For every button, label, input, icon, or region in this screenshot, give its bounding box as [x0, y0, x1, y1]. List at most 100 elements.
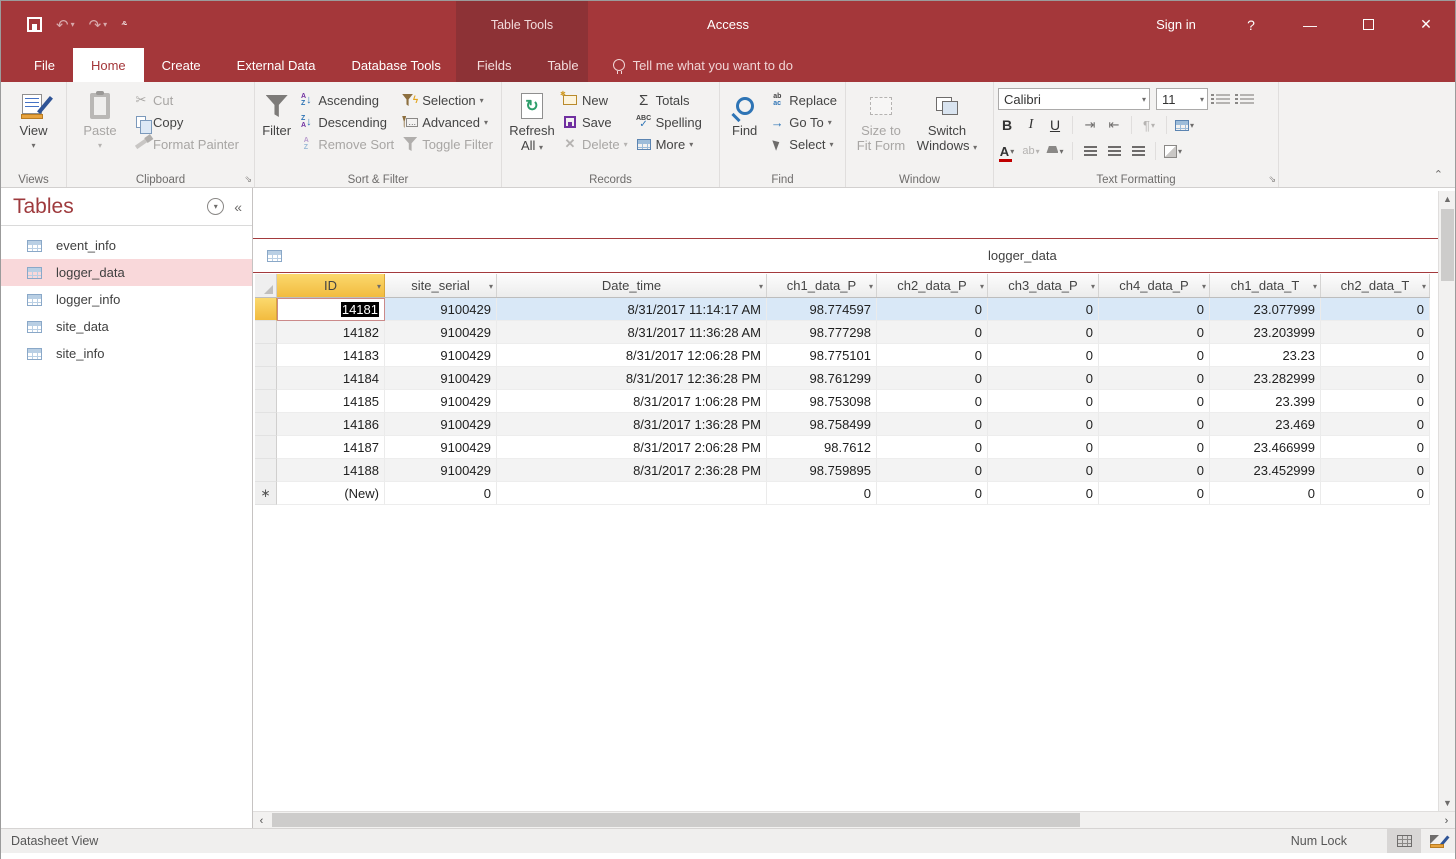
delete-record-button[interactable]: ✕Delete▾ [558, 133, 632, 155]
table-cell[interactable]: 8/31/2017 12:06:28 PM [497, 344, 767, 367]
table-cell[interactable]: 0 [988, 413, 1099, 436]
record-selector[interactable] [255, 436, 277, 459]
column-dropdown-icon[interactable]: ▾ [759, 282, 763, 291]
vertical-scrollbar[interactable]: ▲ ▼ [1438, 191, 1455, 811]
numbering-icon[interactable] [1238, 89, 1256, 109]
table-cell[interactable]: 0 [988, 298, 1099, 321]
horizontal-scroll-thumb[interactable] [272, 813, 1080, 827]
table-cell[interactable]: 14183 [277, 344, 385, 367]
table-cell[interactable]: 23.469 [1210, 413, 1321, 436]
minimize-button[interactable]: — [1281, 1, 1339, 48]
align-center-icon[interactable] [1105, 141, 1123, 161]
remove-sort-button[interactable]: AZRemove Sort [294, 133, 398, 155]
column-header-site_serial[interactable]: site_serial▾ [385, 274, 497, 297]
select-button[interactable]: Select▾ [765, 133, 841, 155]
record-selector[interactable] [255, 344, 277, 367]
highlight-color-button[interactable]: ab▾ [1022, 141, 1040, 161]
table-cell[interactable]: (New) [277, 482, 385, 505]
table-cell[interactable]: 0 [1210, 482, 1321, 505]
table-cell[interactable]: 23.203999 [1210, 321, 1321, 344]
save-icon[interactable] [27, 17, 42, 32]
table-cell[interactable]: 0 [988, 459, 1099, 482]
totals-button[interactable]: ΣTotals [632, 89, 706, 111]
replace-button[interactable]: abacReplace [765, 89, 841, 111]
table-cell[interactable]: 98.759895 [767, 459, 877, 482]
column-dropdown-icon[interactable]: ▾ [1202, 282, 1206, 291]
table-cell[interactable]: 0 [877, 482, 988, 505]
cut-button[interactable]: ✂Cut [129, 89, 243, 111]
redo-icon[interactable]: ↷▾ [89, 16, 108, 34]
record-selector[interactable] [255, 413, 277, 436]
table-cell[interactable]: 8/31/2017 2:36:28 PM [497, 459, 767, 482]
table-cell[interactable]: 23.23 [1210, 344, 1321, 367]
table-cell[interactable]: 0 [1099, 344, 1210, 367]
record-selector[interactable] [255, 390, 277, 413]
nav-menu-icon[interactable]: ▾ [207, 198, 224, 215]
new-record-selector[interactable]: ∗ [255, 482, 277, 505]
text-formatting-dialog-launcher[interactable]: ⇘ [1268, 174, 1276, 185]
help-button[interactable]: ? [1221, 1, 1281, 48]
table-cell[interactable]: 0 [877, 321, 988, 344]
paste-button[interactable]: Paste ▾ [71, 85, 129, 153]
table-cell[interactable]: 0 [877, 367, 988, 390]
tab-database-tools[interactable]: Database Tools [333, 48, 458, 82]
scroll-down-icon[interactable]: ▼ [1439, 795, 1456, 811]
table-cell[interactable] [497, 482, 767, 505]
column-dropdown-icon[interactable]: ▾ [489, 282, 493, 291]
tab-external-data[interactable]: External Data [219, 48, 334, 82]
view-button[interactable]: View ▾ [5, 85, 62, 153]
background-color-button[interactable]: ▾ [1046, 141, 1064, 161]
table-cell[interactable]: 9100429 [385, 298, 497, 321]
table-cell[interactable]: 0 [385, 482, 497, 505]
switch-windows-button[interactable]: Switch Windows ▾ [912, 85, 982, 155]
toggle-filter-button[interactable]: Toggle Filter [398, 133, 497, 155]
gridlines-button[interactable]: ▾ [1175, 115, 1194, 135]
spelling-button[interactable]: ABC✓Spelling [632, 111, 706, 133]
nav-shutter-icon[interactable]: « [234, 199, 242, 215]
table-cell[interactable]: 23.452999 [1210, 459, 1321, 482]
tab-fields[interactable]: Fields [459, 48, 530, 82]
scroll-up-icon[interactable]: ▲ [1439, 191, 1456, 207]
table-cell[interactable]: 9100429 [385, 321, 497, 344]
copy-button[interactable]: Copy [129, 111, 243, 133]
column-header-ID[interactable]: ID▾ [277, 274, 385, 297]
table-cell[interactable]: 0 [988, 482, 1099, 505]
table-cell[interactable]: 9100429 [385, 344, 497, 367]
font-size-combo[interactable]: 11▾ [1156, 88, 1208, 110]
table-cell[interactable]: 8/31/2017 1:36:28 PM [497, 413, 767, 436]
column-header-Date_time[interactable]: Date_time▾ [497, 274, 767, 297]
column-header-ch4_data_P[interactable]: ch4_data_P▾ [1099, 274, 1210, 297]
format-painter-button[interactable]: Format Painter [129, 133, 243, 155]
sign-in-button[interactable]: Sign in [1131, 1, 1221, 48]
align-left-icon[interactable] [1081, 141, 1099, 161]
tab-table[interactable]: Table [530, 48, 597, 82]
new-record-button[interactable]: New [558, 89, 632, 111]
font-name-combo[interactable]: Calibri▾ [998, 88, 1150, 110]
table-cell[interactable]: 0 [1321, 482, 1430, 505]
table-cell[interactable]: 98.7612 [767, 436, 877, 459]
document-title-bar[interactable]: logger_data [253, 238, 1455, 273]
datasheet-view-button[interactable] [1387, 829, 1421, 853]
table-cell[interactable]: 0 [1321, 459, 1430, 482]
column-dropdown-icon[interactable]: ▾ [980, 282, 984, 291]
column-header-ch1_data_P[interactable]: ch1_data_P▾ [767, 274, 877, 297]
refresh-all-button[interactable]: ↻ Refresh All ▾ [506, 85, 558, 155]
record-selector[interactable] [255, 298, 277, 321]
table-cell[interactable]: 0 [1321, 413, 1430, 436]
table-cell[interactable]: 14181 [277, 298, 385, 321]
sidebar-item-site_info[interactable]: site_info [1, 340, 252, 367]
table-cell[interactable]: 8/31/2017 2:06:28 PM [497, 436, 767, 459]
design-view-button[interactable] [1421, 829, 1455, 853]
table-cell[interactable]: 98.761299 [767, 367, 877, 390]
column-dropdown-icon[interactable]: ▾ [1313, 282, 1317, 291]
table-cell[interactable]: 0 [877, 436, 988, 459]
record-selector[interactable] [255, 367, 277, 390]
bold-button[interactable]: B [998, 115, 1016, 135]
table-cell[interactable]: 0 [877, 390, 988, 413]
table-cell[interactable]: 98.758499 [767, 413, 877, 436]
table-cell[interactable]: 98.775101 [767, 344, 877, 367]
size-to-fit-form-button[interactable]: Size to Fit Form [850, 85, 912, 153]
bullets-icon[interactable] [1214, 89, 1232, 109]
table-cell[interactable]: 0 [877, 298, 988, 321]
maximize-button[interactable] [1339, 1, 1397, 48]
